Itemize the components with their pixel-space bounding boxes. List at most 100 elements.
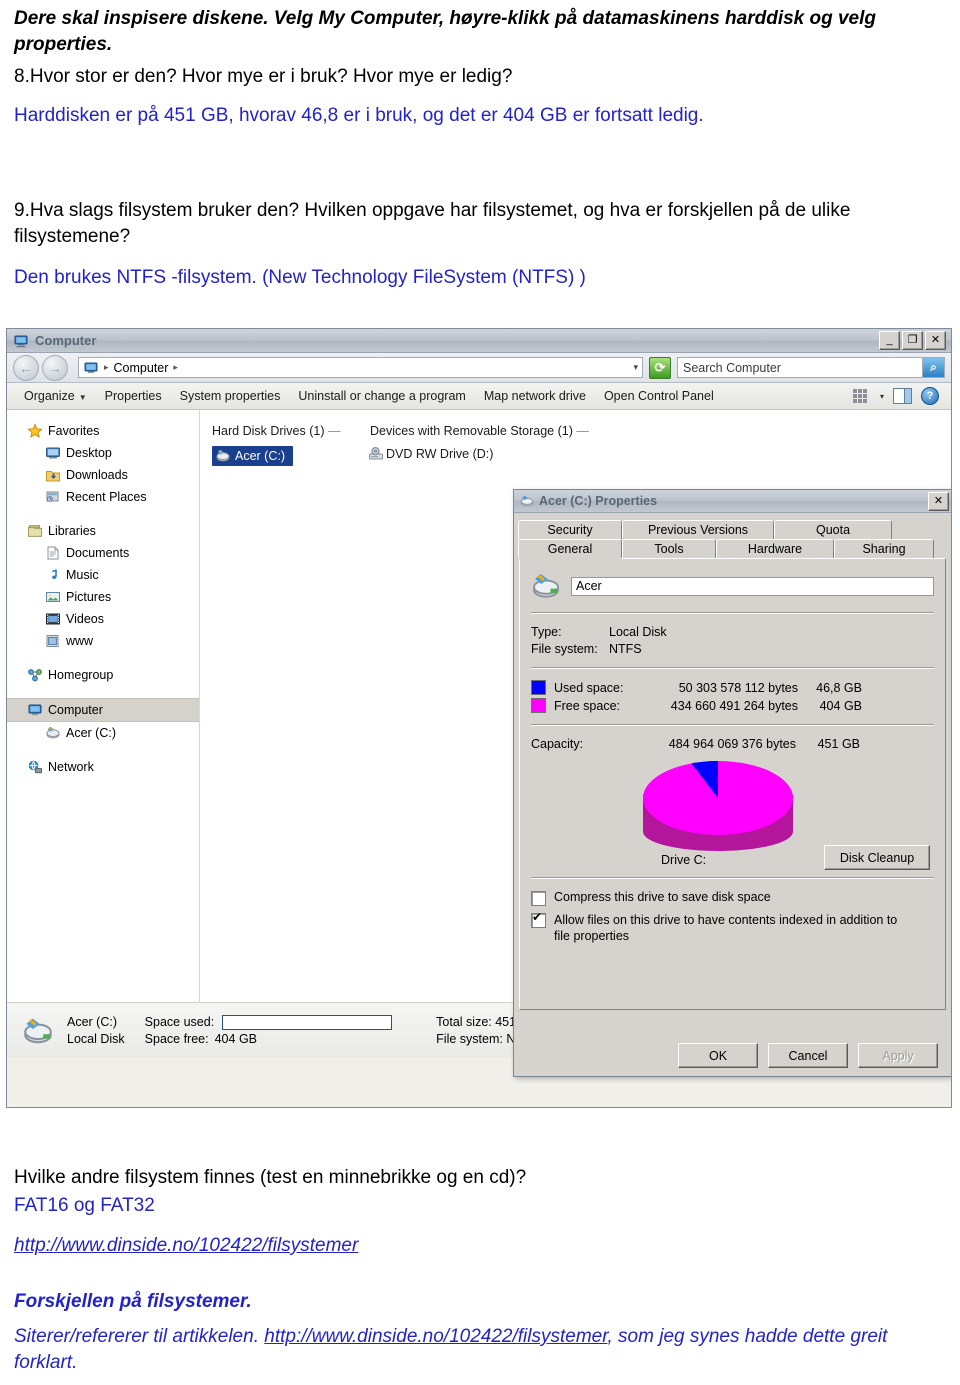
maximize-button[interactable]: ❐ bbox=[902, 331, 923, 350]
sidebar-item-computer[interactable]: Computer bbox=[7, 698, 199, 722]
reference-link-1[interactable]: http://www.dinside.no/102422/filsystemer bbox=[14, 1233, 944, 1259]
filesystem-row: File system: NTFS bbox=[531, 642, 934, 656]
index-contents-checkbox[interactable] bbox=[531, 911, 546, 928]
close-button[interactable]: ✕ bbox=[925, 331, 946, 350]
views-chevron-down-icon[interactable]: ▾ bbox=[880, 392, 884, 401]
refresh-icon[interactable]: ⟳ bbox=[649, 356, 671, 379]
address-dropdown-icon[interactable]: ▾ bbox=[633, 362, 638, 373]
group-header-label: Devices with Removable Storage (1) bbox=[370, 424, 573, 438]
search-icon[interactable]: ⌕ bbox=[922, 358, 944, 377]
videos-icon bbox=[46, 613, 60, 625]
sidebar-item-recent-places[interactable]: Recent Places bbox=[7, 486, 199, 508]
tab-previous-versions[interactable]: Previous Versions bbox=[622, 520, 774, 539]
sidebar-item-homegroup[interactable]: Homegroup bbox=[7, 664, 199, 686]
status-drive-name: Acer (C:) bbox=[67, 1014, 117, 1029]
drive-item-label: DVD RW Drive (D:) bbox=[386, 447, 494, 461]
window-controls: _ ❐ ✕ bbox=[879, 331, 949, 350]
sidebar-label: Libraries bbox=[48, 524, 96, 538]
free-space-row: Free space: 434 660 491 264 bytes 404 GB bbox=[531, 698, 934, 713]
closing-paragraph: Siterer/refererer til artikkelen. http:/… bbox=[14, 1324, 944, 1376]
status-drive-type: Local Disk bbox=[67, 1031, 125, 1046]
properties-tabs-row-1: Security Previous Versions Quota bbox=[514, 520, 951, 539]
harddisk-icon bbox=[46, 726, 60, 739]
sidebar-item-libraries[interactable]: Libraries bbox=[7, 520, 199, 542]
group-header-label: Hard Disk Drives (1) bbox=[212, 424, 325, 438]
harddisk-icon bbox=[520, 495, 534, 507]
homegroup-icon bbox=[28, 669, 42, 682]
sidebar-item-documents[interactable]: Documents bbox=[7, 542, 199, 564]
used-space-gb: 46,8 GB bbox=[816, 680, 862, 695]
breadcrumb-item-computer[interactable]: Computer bbox=[114, 361, 169, 375]
question-10: Hvilke andre filsystem finnes (test en m… bbox=[14, 1167, 527, 1188]
drive-item-acer-c[interactable]: Acer (C:) bbox=[212, 446, 293, 466]
sidebar-item-downloads[interactable]: Downloads bbox=[7, 464, 199, 486]
sidebar-item-favorites[interactable]: Favorites bbox=[7, 420, 199, 442]
command-open-control-panel[interactable]: Open Control Panel bbox=[595, 389, 723, 403]
sidebar-item-desktop[interactable]: Desktop bbox=[7, 442, 199, 464]
compress-drive-checkbox[interactable] bbox=[531, 891, 546, 906]
breadcrumb-bar[interactable]: ▸ Computer ▸ ▾ bbox=[78, 357, 643, 378]
status-name-column: Acer (C:) Local Disk bbox=[67, 1014, 125, 1048]
ok-button[interactable]: OK bbox=[678, 1043, 758, 1068]
pie-chart-used-slice bbox=[643, 761, 793, 835]
divider bbox=[531, 612, 934, 614]
sidebar-item-videos[interactable]: Videos bbox=[7, 608, 199, 630]
cancel-button[interactable]: Cancel bbox=[768, 1043, 848, 1068]
divider bbox=[531, 877, 934, 879]
status-space-free-label: Space free: bbox=[144, 1031, 209, 1046]
tab-quota[interactable]: Quota bbox=[774, 520, 892, 539]
sidebar-item-acer-c[interactable]: Acer (C:) bbox=[7, 722, 199, 744]
command-organize[interactable]: Organize ▼ bbox=[15, 389, 96, 403]
used-space-bytes: 50 303 578 112 bytes bbox=[678, 680, 798, 695]
group-header-removable-storage: Devices with Removable Storage (1) — bbox=[370, 424, 589, 438]
sidebar-item-pictures[interactable]: Pictures bbox=[7, 586, 199, 608]
documents-icon bbox=[47, 546, 59, 560]
minimize-button[interactable]: _ bbox=[879, 331, 900, 350]
forward-button[interactable]: → bbox=[42, 354, 68, 381]
index-contents-row[interactable]: Allow files on this drive to have conten… bbox=[531, 911, 934, 944]
back-button[interactable]: ← bbox=[13, 354, 39, 381]
sidebar-label: Music bbox=[66, 568, 99, 582]
command-map-network-drive[interactable]: Map network drive bbox=[475, 389, 595, 403]
search-placeholder-text: Search Computer bbox=[683, 360, 781, 375]
preview-pane-icon[interactable] bbox=[893, 388, 912, 404]
answer-9: Den brukes NTFS -filsystem. (New Technol… bbox=[14, 267, 586, 288]
properties-close-button[interactable]: ✕ bbox=[928, 491, 949, 511]
index-contents-label: Allow files on this drive to have conten… bbox=[554, 913, 898, 943]
used-space-color-swatch bbox=[531, 680, 546, 695]
recent-places-icon bbox=[46, 491, 59, 502]
answer-10: FAT16 og FAT32 bbox=[14, 1195, 155, 1216]
compress-drive-row[interactable]: Compress this drive to save disk space bbox=[531, 890, 934, 906]
volume-label-input[interactable]: Acer bbox=[571, 576, 934, 596]
disk-cleanup-button[interactable]: Disk Cleanup bbox=[824, 845, 930, 870]
drive-item-dvd-rw-d[interactable]: DVD RW Drive (D:) bbox=[368, 446, 493, 462]
pie-chart-graphic bbox=[643, 761, 793, 851]
tab-hardware[interactable]: Hardware bbox=[716, 539, 834, 558]
sidebar-item-www[interactable]: www bbox=[7, 630, 199, 652]
sidebar-label: Documents bbox=[66, 546, 130, 560]
disk-usage-pie-chart: Drive C: Disk Cleanup bbox=[531, 757, 934, 873]
help-icon[interactable]: ? bbox=[921, 387, 939, 405]
search-input[interactable]: Search Computer ⌕ bbox=[677, 357, 945, 378]
views-icon[interactable] bbox=[852, 389, 867, 403]
commandbar-right-group: ▾ ? bbox=[852, 387, 943, 405]
sidebar-item-music[interactable]: Music bbox=[7, 564, 199, 586]
command-uninstall-or-change-a-program[interactable]: Uninstall or change a program bbox=[289, 389, 474, 403]
tab-tools[interactable]: Tools bbox=[622, 539, 716, 558]
tab-sharing[interactable]: Sharing bbox=[834, 539, 934, 558]
explorer-commandbar: Organize ▼ Properties System properties U… bbox=[7, 383, 951, 410]
command-system-properties[interactable]: System properties bbox=[171, 389, 290, 403]
divider bbox=[531, 724, 934, 726]
group-header-rule: — bbox=[328, 424, 341, 438]
libraries-icon bbox=[28, 525, 42, 537]
command-properties[interactable]: Properties bbox=[96, 389, 171, 403]
status-space-free-value: 404 GB bbox=[214, 1031, 257, 1046]
sidebar-item-network[interactable]: Network bbox=[7, 756, 199, 778]
filesystem-value: NTFS bbox=[609, 642, 642, 656]
reference-link-2[interactable]: http://www.dinside.no/102422/filsystemer bbox=[264, 1326, 607, 1347]
tab-general[interactable]: General bbox=[518, 539, 622, 558]
tab-security[interactable]: Security bbox=[518, 520, 622, 539]
harddisk-icon bbox=[216, 449, 230, 462]
space-used-progressbar bbox=[222, 1014, 393, 1030]
